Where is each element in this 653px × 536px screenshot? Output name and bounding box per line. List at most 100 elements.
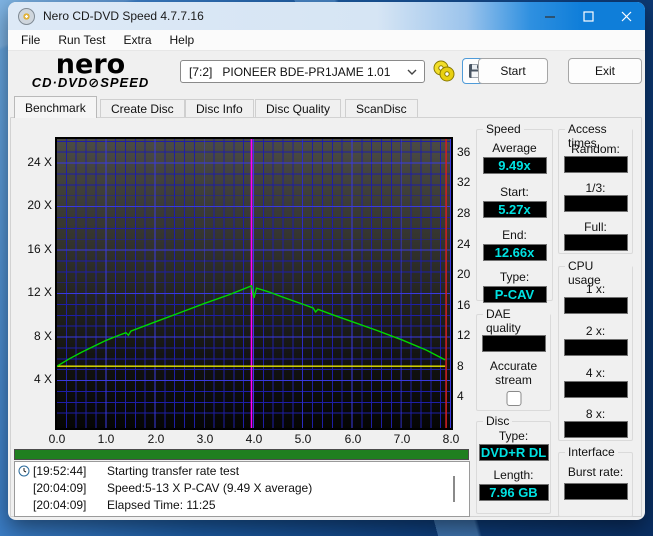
y-axis-right-tick: 20	[457, 267, 481, 281]
disc-length-label: Length:	[477, 468, 550, 482]
y-axis-left-tick: 16 X	[18, 242, 52, 256]
app-window: Nero CD-DVD Speed 4.7.7.16 File Run Test…	[8, 2, 645, 520]
y-axis-right-tick: 8	[457, 359, 481, 373]
cpu-4x-label: 4 x:	[559, 366, 632, 380]
discs-icon	[432, 59, 456, 83]
menu-help[interactable]: Help	[161, 31, 204, 49]
y-axis-right-tick: 12	[457, 328, 481, 342]
one-third-label: 1/3:	[559, 181, 632, 195]
nero-logo: nero CD·DVD⊘SPEED	[18, 54, 163, 90]
average-value: 9.49x	[483, 157, 547, 174]
drive-select-value: [7:2] PIONEER BDE-PR1JAME 1.01	[189, 65, 390, 79]
y-axis-right-tick: 24	[457, 237, 481, 251]
log-list: [19:52:44] Starting transfer rate test […	[14, 461, 470, 517]
accurate-stream-label: Accurate	[477, 359, 550, 373]
cpu-usage-panel: CPU usage 1 x: 2 x: 4 x: 8 x:	[558, 266, 633, 441]
y-axis-left-tick: 20 X	[18, 198, 52, 212]
app-icon	[18, 8, 35, 25]
dae-quality-panel: DAE quality Accurate stream	[476, 314, 551, 411]
disc-type-label: Type:	[477, 429, 550, 443]
log-row: [20:04:09] Elapsed Time: 11:25	[15, 497, 469, 513]
x-axis-tick: 6.0	[339, 432, 367, 446]
average-label: Average	[477, 141, 552, 155]
cpu-2x-label: 2 x:	[559, 324, 632, 338]
cpu-2x-value	[564, 339, 628, 356]
y-axis-left-tick: 24 X	[18, 155, 52, 169]
progress-bar	[14, 449, 469, 460]
group-title: DAE quality	[483, 307, 550, 335]
drive-select[interactable]: [7:2] PIONEER BDE-PR1JAME 1.01	[180, 60, 425, 83]
clock-icon	[18, 465, 31, 477]
x-axis-tick: 0.0	[43, 432, 71, 446]
speed-panel: Speed Average 9.49x Start: 5.27x End: 12…	[476, 129, 553, 301]
y-axis-right-tick: 32	[457, 175, 481, 189]
start-button[interactable]: Start	[478, 58, 548, 84]
log-time: [20:04:09]	[33, 481, 95, 495]
start-label: Start:	[477, 185, 552, 199]
group-title: Speed	[483, 122, 524, 136]
disc-info-button[interactable]	[430, 58, 458, 84]
log-row: [19:52:44] Starting transfer rate test	[15, 463, 469, 479]
log-text: Speed:5-13 X P-CAV (9.49 X average)	[107, 481, 312, 495]
close-button[interactable]	[607, 2, 645, 30]
random-value	[564, 156, 628, 173]
logo-disc-glyph: ⊘	[88, 75, 100, 90]
cpu-8x-label: 8 x:	[559, 407, 632, 421]
x-axis-tick: 4.0	[240, 432, 268, 446]
x-axis-tick: 2.0	[142, 432, 170, 446]
x-axis-tick: 7.0	[388, 432, 416, 446]
cpu-1x-value	[564, 297, 628, 314]
tab-disc-quality[interactable]: Disc Quality	[255, 99, 341, 118]
menu-extra[interactable]: Extra	[114, 31, 160, 49]
tab-scandisc[interactable]: ScanDisc	[345, 99, 418, 118]
accurate-stream-checkbox[interactable]	[506, 391, 521, 406]
y-axis-right-tick: 36	[457, 145, 481, 159]
full-value	[564, 234, 628, 251]
minimize-button[interactable]	[531, 2, 569, 30]
start-value: 5.27x	[483, 201, 547, 218]
tab-benchmark[interactable]: Benchmark	[14, 96, 97, 118]
access-times-panel: Access times Random: 1/3: Full:	[558, 129, 633, 254]
y-axis-right-tick: 4	[457, 389, 481, 403]
log-time: [20:04:09]	[33, 498, 95, 512]
one-third-value	[564, 195, 628, 212]
log-text: Elapsed Time: 11:25	[107, 498, 216, 512]
x-axis-tick: 3.0	[191, 432, 219, 446]
y-axis-left-tick: 4 X	[18, 372, 52, 386]
window-title: Nero CD-DVD Speed 4.7.7.16	[43, 9, 204, 23]
disc-panel: Disc Type: DVD+R DL Length: 7.96 GB	[476, 421, 551, 514]
maximize-button[interactable]	[569, 2, 607, 30]
title-bar: Nero CD-DVD Speed 4.7.7.16	[8, 2, 645, 30]
full-label: Full:	[559, 220, 632, 234]
y-axis-left-tick: 12 X	[18, 285, 52, 299]
cpu-4x-value	[564, 381, 628, 398]
y-axis-left-tick: 8 X	[18, 329, 52, 343]
end-label: End:	[477, 228, 552, 242]
group-title: Disc	[483, 414, 512, 428]
group-title: Interface	[565, 445, 618, 459]
accurate-stream-label2: stream	[477, 373, 550, 387]
log-text: Starting transfer rate test	[107, 464, 239, 478]
x-axis-tick: 8.0	[437, 432, 465, 446]
x-axis-tick: 1.0	[92, 432, 120, 446]
disc-length-value: 7.96 GB	[479, 484, 549, 501]
menu-run-test[interactable]: Run Test	[49, 31, 114, 49]
y-axis-right-tick: 28	[457, 206, 481, 220]
chevron-down-icon	[407, 69, 417, 76]
tab-disc-info[interactable]: Disc Info	[185, 99, 254, 118]
exit-button[interactable]: Exit	[568, 58, 642, 84]
tab-create-disc[interactable]: Create Disc	[100, 99, 185, 118]
cpu-8x-value	[564, 421, 628, 438]
transfer-rate-chart	[55, 137, 453, 430]
cpu-1x-label: 1 x:	[559, 282, 632, 296]
burst-rate-value	[564, 483, 628, 500]
log-scrollbar[interactable]	[453, 476, 455, 502]
disc-type-value: DVD+R DL	[479, 444, 549, 461]
type-value: P-CAV	[483, 286, 547, 303]
interface-panel: Interface Burst rate:	[558, 452, 633, 517]
log-row: [20:04:09] Speed:5-13 X P-CAV (9.49 X av…	[15, 480, 469, 496]
type-label: Type:	[477, 270, 552, 284]
menu-bar: File Run Test Extra Help	[8, 30, 645, 51]
end-value: 12.66x	[483, 244, 547, 261]
menu-file[interactable]: File	[12, 31, 49, 49]
